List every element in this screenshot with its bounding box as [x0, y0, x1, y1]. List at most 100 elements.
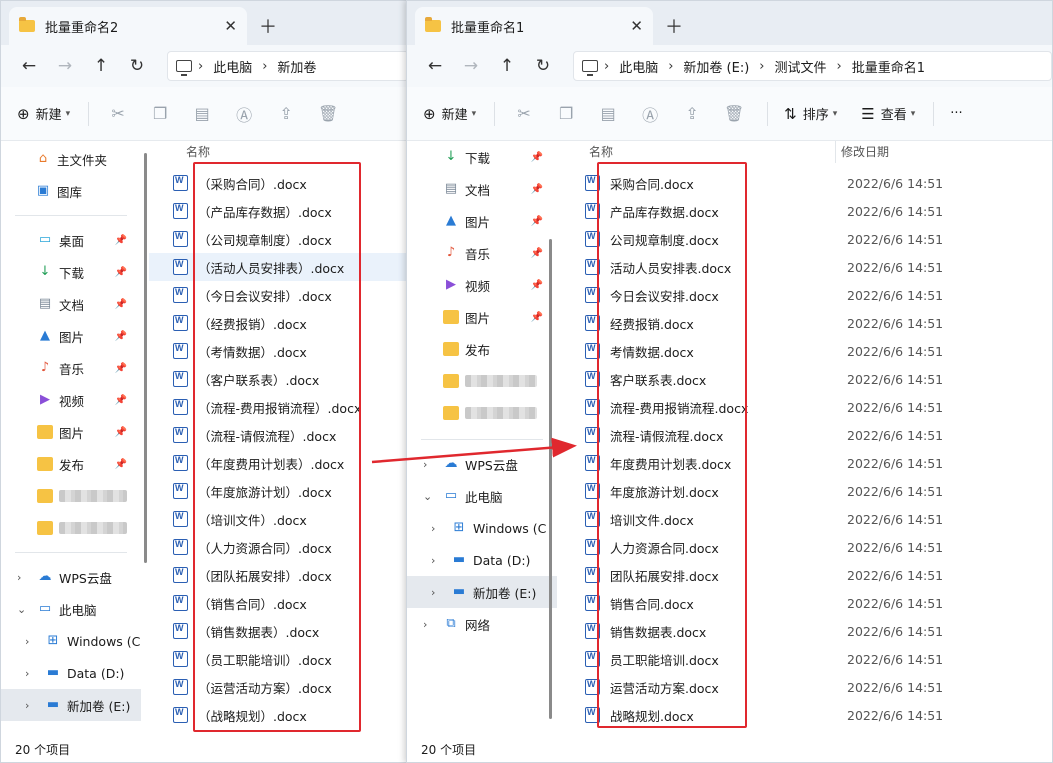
sidebar-item[interactable]: › ▬ 新加卷 (E:) [407, 576, 557, 608]
file-row[interactable]: （今日会议安排）.docx [149, 281, 409, 309]
column-divider[interactable] [835, 141, 836, 163]
sidebar-item[interactable]: ▣ 图库 [1, 175, 141, 207]
address-bar[interactable]: › 此电脑 › 新加卷 (E:) › 测试文件 › 批量重命名1 [573, 51, 1052, 81]
pin-icon[interactable]: 📌 [115, 235, 127, 246]
file-row[interactable]: （活动人员安排表）.docx [149, 253, 409, 281]
rename-icon[interactable]: Ⓐ [637, 102, 663, 126]
chevron-right-icon[interactable]: › [25, 699, 29, 712]
rename-icon[interactable]: Ⓐ [231, 102, 257, 126]
file-row[interactable]: 战略规划.docx 2022/6/6 14:51 [565, 701, 1052, 729]
sidebar-item-blurred-2[interactable] [407, 397, 557, 429]
breadcrumb-new-volume[interactable]: 新加卷 [277, 57, 316, 76]
pin-icon[interactable]: 📌 [531, 216, 543, 227]
chevron-right-icon[interactable]: › [423, 458, 427, 471]
file-row[interactable]: 年度旅游计划.docx 2022/6/6 14:51 [565, 477, 1052, 505]
file-row[interactable]: （采购合同）.docx [149, 169, 409, 197]
file-row[interactable]: （考情数据）.docx [149, 337, 409, 365]
sidebar-item[interactable]: 图片 📌 [1, 416, 141, 448]
new-tab-button[interactable]: ＋ [259, 13, 277, 39]
close-icon[interactable]: ✕ [224, 17, 237, 35]
more-button[interactable]: ··· [950, 106, 962, 121]
pin-icon[interactable]: 📌 [531, 248, 543, 259]
file-row[interactable]: 经费报销.docx 2022/6/6 14:51 [565, 309, 1052, 337]
file-row[interactable]: （产品库存数据）.docx [149, 197, 409, 225]
sidebar-item-blurred-1[interactable] [1, 480, 141, 512]
delete-icon[interactable]: 🗑 [315, 104, 341, 123]
file-row[interactable]: 考情数据.docx 2022/6/6 14:51 [565, 337, 1052, 365]
breadcrumb-batch-rename-1[interactable]: 批量重命名1 [852, 57, 925, 76]
file-row[interactable]: （客户联系表）.docx [149, 365, 409, 393]
pin-icon[interactable]: 📌 [531, 280, 543, 291]
delete-icon[interactable]: 🗑 [721, 104, 747, 123]
sidebar-item[interactable]: 图片 📌 [407, 301, 557, 333]
breadcrumb-this-pc[interactable]: 此电脑 [619, 57, 658, 76]
sidebar-scrollbar[interactable] [549, 239, 552, 719]
pin-icon[interactable]: 📌 [531, 184, 543, 195]
pin-icon[interactable]: 📌 [115, 427, 127, 438]
chevron-down-icon[interactable]: ⌄ [423, 490, 432, 503]
pin-icon[interactable]: 📌 [531, 152, 543, 163]
sidebar-item[interactable]: ▶ 视频 📌 [1, 384, 141, 416]
sidebar-item-blurred-2[interactable] [1, 512, 141, 544]
sidebar-item[interactable]: ♪ 音乐 📌 [1, 352, 141, 384]
file-row[interactable]: （运营活动方案）.docx [149, 673, 409, 701]
file-row[interactable]: 销售合同.docx 2022/6/6 14:51 [565, 589, 1052, 617]
file-row[interactable]: 产品库存数据.docx 2022/6/6 14:51 [565, 197, 1052, 225]
sidebar-item[interactable]: ▲ 图片 📌 [407, 205, 557, 237]
chevron-down-icon[interactable]: ⌄ [17, 603, 26, 616]
sidebar-item[interactable]: › ▬ 新加卷 (E:) [1, 689, 141, 721]
sidebar-item[interactable]: ⌄ ▭ 此电脑 [407, 480, 557, 512]
chevron-right-icon[interactable]: › [431, 586, 435, 599]
sidebar-item[interactable]: 发布 [407, 333, 557, 365]
sidebar-item[interactable]: › ▬ Data (D:) [1, 657, 141, 689]
chevron-right-icon[interactable]: › [431, 522, 435, 535]
sidebar-item[interactable]: ⌂ 主文件夹 [1, 143, 141, 175]
cut-icon[interactable]: ✂ [105, 104, 131, 123]
file-row[interactable]: 客户联系表.docx 2022/6/6 14:51 [565, 365, 1052, 393]
sidebar-item[interactable]: 发布 📌 [1, 448, 141, 480]
pin-icon[interactable]: 📌 [115, 267, 127, 278]
sidebar-scrollbar[interactable] [144, 153, 147, 563]
sidebar-item[interactable]: ▶ 视频 📌 [407, 269, 557, 301]
sidebar-item[interactable]: ▤ 文档 📌 [1, 288, 141, 320]
close-icon[interactable]: ✕ [630, 17, 643, 35]
sidebar-item[interactable]: › ☁ WPS云盘 [1, 561, 141, 593]
sidebar-item-blurred-1[interactable] [407, 365, 557, 397]
breadcrumb-this-pc[interactable]: 此电脑 [213, 57, 252, 76]
file-row[interactable]: （年度费用计划表）.docx [149, 449, 409, 477]
file-row[interactable]: 活动人员安排表.docx 2022/6/6 14:51 [565, 253, 1052, 281]
file-row[interactable]: （公司规章制度）.docx [149, 225, 409, 253]
new-button[interactable]: ⊕ 新建 ▾ [17, 104, 70, 124]
new-tab-button[interactable]: ＋ [665, 13, 683, 39]
view-button[interactable]: ☰ 查看 ▾ [861, 104, 915, 124]
file-row[interactable]: （经费报销）.docx [149, 309, 409, 337]
tab-batch-rename-2[interactable]: 批量重命名2 ✕ [9, 7, 247, 45]
pin-icon[interactable]: 📌 [115, 459, 127, 470]
refresh-button[interactable]: ↻ [525, 56, 561, 76]
up-button[interactable]: ↑ [83, 56, 119, 76]
paste-icon[interactable]: ▤ [595, 104, 621, 123]
copy-icon[interactable]: ❐ [147, 104, 173, 123]
pin-icon[interactable]: 📌 [115, 299, 127, 310]
refresh-button[interactable]: ↻ [119, 56, 155, 76]
file-row[interactable]: （人力资源合同）.docx [149, 533, 409, 561]
file-row[interactable]: （员工职能培训）.docx [149, 645, 409, 673]
chevron-right-icon[interactable]: › [25, 635, 29, 648]
chevron-right-icon[interactable]: › [423, 618, 427, 631]
file-row[interactable]: （培训文件）.docx [149, 505, 409, 533]
column-name-header[interactable]: 名称 [186, 143, 210, 160]
new-button[interactable]: ⊕ 新建 ▾ [423, 104, 476, 124]
chevron-right-icon[interactable]: › [17, 571, 21, 584]
pin-icon[interactable]: 📌 [115, 363, 127, 374]
file-row[interactable]: 年度费用计划表.docx 2022/6/6 14:51 [565, 449, 1052, 477]
forward-button[interactable]: → [47, 56, 83, 76]
copy-icon[interactable]: ❐ [553, 104, 579, 123]
file-row[interactable]: 人力资源合同.docx 2022/6/6 14:51 [565, 533, 1052, 561]
sidebar-item[interactable]: › ⧉ 网络 [407, 608, 557, 640]
file-row[interactable]: （战略规划）.docx [149, 701, 409, 729]
address-bar[interactable]: › 此电脑 › 新加卷 [167, 51, 409, 81]
file-row[interactable]: 采购合同.docx 2022/6/6 14:51 [565, 169, 1052, 197]
pin-icon[interactable]: 📌 [115, 395, 127, 406]
sidebar-item[interactable]: › ▬ Data (D:) [407, 544, 557, 576]
sidebar-item[interactable]: ▭ 桌面 📌 [1, 224, 141, 256]
